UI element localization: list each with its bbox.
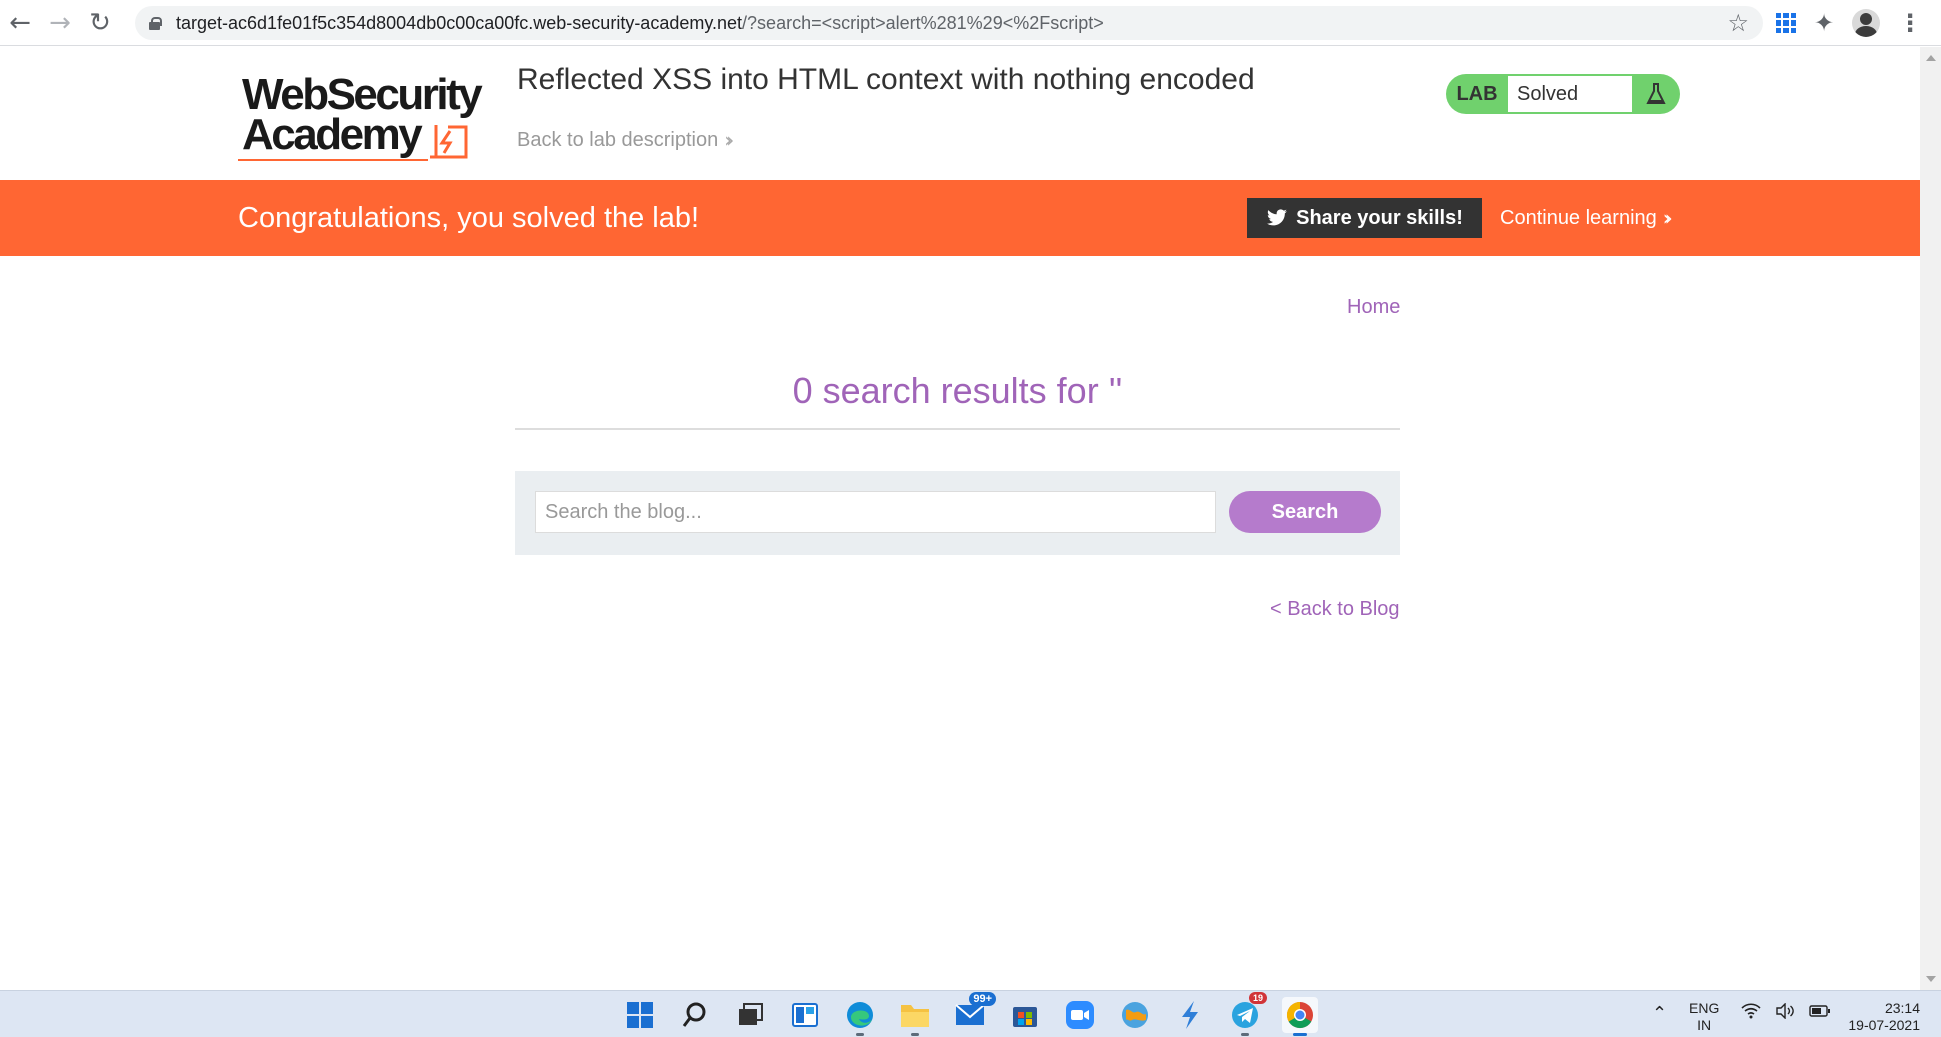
extensions-puzzle-icon[interactable]: ✦ bbox=[1814, 9, 1834, 37]
congratulations-message: Congratulations, you solved the lab! bbox=[238, 202, 700, 234]
reload-icon[interactable]: ↻ bbox=[80, 0, 120, 46]
profile-avatar[interactable] bbox=[1852, 9, 1881, 37]
search-icon[interactable] bbox=[677, 997, 713, 1033]
scroll-down-arrow-icon[interactable] bbox=[1926, 976, 1936, 982]
clock-time: 23:14 bbox=[1884, 1000, 1920, 1016]
search-input[interactable] bbox=[535, 491, 1216, 533]
forward-arrow-icon[interactable]: → bbox=[40, 0, 80, 46]
chrome-browser-icon[interactable] bbox=[1282, 997, 1318, 1036]
web-security-academy-logo[interactable]: WebSecurity Academy bbox=[238, 71, 498, 171]
telegram-icon[interactable]: 19 bbox=[1227, 992, 1267, 1036]
twitter-bird-icon bbox=[1267, 209, 1288, 226]
url-host: target-ac6d1fe01f5c354d8004db0c00ca00fc.… bbox=[176, 12, 743, 33]
share-skills-button[interactable]: Share your skills! bbox=[1247, 198, 1482, 238]
share-skills-label: Share your skills! bbox=[1296, 206, 1463, 229]
wifi-icon[interactable] bbox=[1741, 1003, 1761, 1019]
windows-taskbar: 99+ 19 ⌃ ENG IN 23:14 19-07-2021 bbox=[0, 990, 1941, 1037]
task-view-icon[interactable] bbox=[732, 997, 768, 1033]
lab-status-text: Solved bbox=[1508, 76, 1632, 112]
extension-grid-icon[interactable] bbox=[1776, 13, 1796, 33]
logo-bolt-icon bbox=[430, 125, 468, 159]
globe-app-icon[interactable] bbox=[1117, 997, 1153, 1033]
running-indicator bbox=[1241, 1033, 1249, 1036]
edge-browser-icon[interactable] bbox=[842, 997, 878, 1036]
logo-text-line2: Academy bbox=[242, 110, 423, 159]
continue-learning-label: Continue learning bbox=[1500, 206, 1657, 229]
back-to-lab-description-label: Back to lab description bbox=[517, 128, 719, 151]
continue-learning-link[interactable]: Continue learning ›› bbox=[1500, 206, 1673, 230]
telegram-unread-badge: 19 bbox=[1248, 992, 1267, 1004]
back-to-blog-link[interactable]: < Back to Blog bbox=[1270, 598, 1400, 621]
logo-underline bbox=[238, 159, 428, 161]
lab-title: Reflected XSS into HTML context with not… bbox=[517, 63, 1255, 96]
mail-unread-badge: 99+ bbox=[969, 992, 996, 1006]
start-windows-icon[interactable] bbox=[622, 997, 658, 1033]
store-icon[interactable] bbox=[1007, 997, 1043, 1033]
lab-status-badge: LAB Solved bbox=[1446, 74, 1680, 114]
divider bbox=[515, 428, 1400, 430]
system-clock[interactable]: 23:14 19-07-2021 bbox=[1834, 1000, 1920, 1034]
search-button[interactable]: Search bbox=[1229, 491, 1381, 533]
lock-icon[interactable] bbox=[149, 16, 162, 30]
web-page: WebSecurity Academy Reflected XSS into H… bbox=[0, 47, 1920, 990]
bookmark-star-icon[interactable]: ☆ bbox=[1727, 9, 1749, 37]
language-indicator[interactable]: ENG IN bbox=[1689, 1000, 1719, 1034]
address-bar[interactable]: target-ac6d1fe01f5c354d8004db0c00ca00fc.… bbox=[135, 6, 1763, 40]
page-scrollbar[interactable] bbox=[1920, 47, 1941, 990]
search-form: Search bbox=[515, 471, 1400, 555]
solved-banner: Congratulations, you solved the lab! Sha… bbox=[0, 180, 1920, 256]
browser-toolbar: ← → ↻ target-ac6d1fe01f5c354d8004db0c00c… bbox=[0, 0, 1941, 46]
running-indicator bbox=[911, 1033, 919, 1036]
region-code: IN bbox=[1697, 1017, 1712, 1033]
show-hidden-icons-caret[interactable]: ⌃ bbox=[1652, 1003, 1667, 1024]
language-code: ENG bbox=[1689, 1000, 1720, 1016]
mail-icon[interactable]: 99+ bbox=[952, 992, 996, 1033]
battery-icon[interactable] bbox=[1809, 1003, 1831, 1019]
back-arrow-icon[interactable]: ← bbox=[0, 0, 40, 46]
flask-icon bbox=[1632, 83, 1680, 105]
lab-tag: LAB bbox=[1456, 82, 1498, 105]
search-results-heading: 0 search results for '' bbox=[792, 370, 1123, 411]
double-chevron-right-icon: ›› bbox=[1662, 206, 1673, 230]
clock-date: 19-07-2021 bbox=[1848, 1017, 1920, 1033]
active-indicator bbox=[1293, 1033, 1307, 1036]
running-indicator bbox=[856, 1033, 864, 1036]
home-link[interactable]: Home bbox=[1347, 296, 1400, 319]
scroll-up-arrow-icon[interactable] bbox=[1926, 55, 1936, 61]
url-path: /?search=<script>alert%281%29<%2Fscript> bbox=[742, 12, 1104, 33]
browser-menu-icon[interactable]: ⋮ bbox=[1898, 9, 1922, 37]
file-explorer-icon[interactable] bbox=[897, 997, 933, 1036]
back-to-lab-description-link[interactable]: Back to lab description ›› bbox=[517, 128, 734, 152]
bolt-app-icon[interactable] bbox=[1172, 997, 1208, 1033]
volume-icon[interactable] bbox=[1775, 1003, 1795, 1019]
zoom-icon[interactable] bbox=[1062, 997, 1098, 1033]
widgets-icon[interactable] bbox=[787, 997, 823, 1033]
double-chevron-right-icon: ›› bbox=[724, 128, 734, 152]
